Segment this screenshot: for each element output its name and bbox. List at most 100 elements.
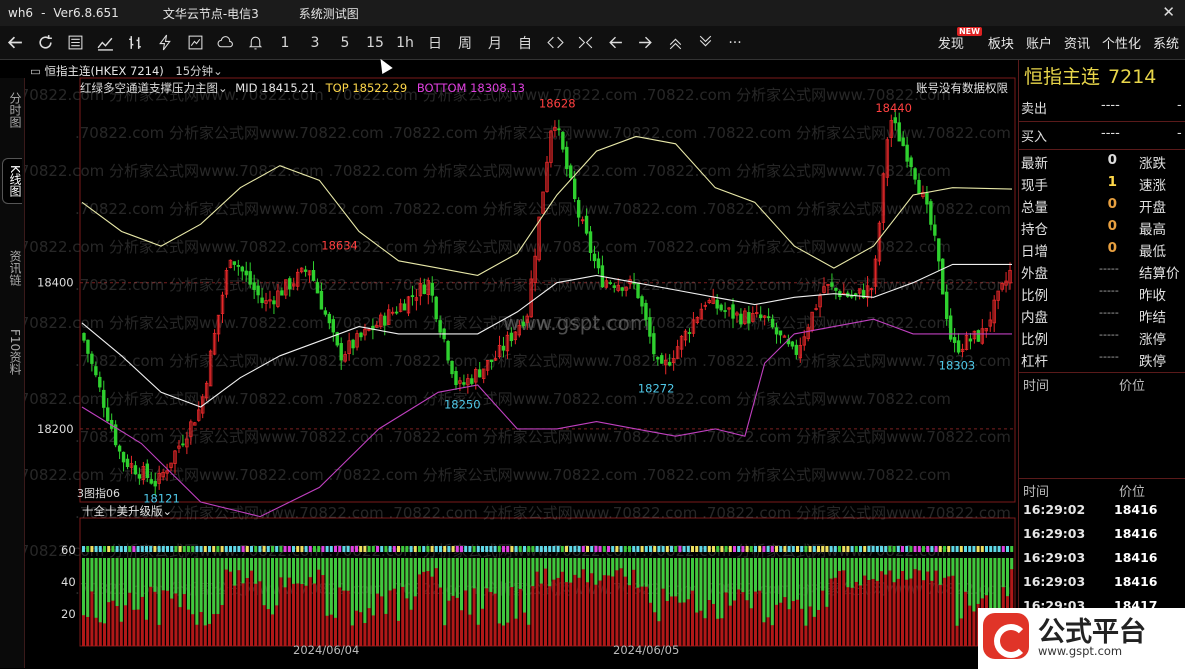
list-icon[interactable] <box>60 28 90 58</box>
sub-bar-cap <box>854 546 858 552</box>
sub-bar-green <box>262 558 266 606</box>
sub-bar-cap <box>703 546 707 552</box>
tab-f10[interactable]: F10资料 <box>2 323 22 381</box>
sub-bar-cap <box>371 546 375 552</box>
chevron-down-icon[interactable]: ⌄ <box>218 81 228 95</box>
sub-bar-cap <box>548 546 552 552</box>
sub-y-label: 40 <box>61 575 76 589</box>
sub-bar-cap <box>670 546 673 552</box>
period-month[interactable]: 月 <box>480 28 510 58</box>
ohlc-icon[interactable] <box>120 28 150 58</box>
toolbar: 1 3 5 15 1h 日 周 月 自 ··· 发现 NEW 板块 账户 资讯 个… <box>0 26 1185 60</box>
indicator-select[interactable]: 红绿多空通道支撑压力主图 <box>80 81 218 95</box>
candle-body <box>280 290 284 296</box>
back-icon[interactable] <box>0 28 30 58</box>
chart-area[interactable]: 18400 18200.70822.com 分析家公式网www.70822.com… <box>25 60 1018 660</box>
sub-bar-cap <box>174 546 178 552</box>
sub-bar-cap <box>804 546 808 552</box>
sub-bar-green <box>304 558 308 586</box>
period-15m[interactable]: 15 <box>360 28 390 58</box>
quote-row: 现手 1 速涨 <box>1019 174 1185 196</box>
watermark: .70822.com 分析家公式网www.70822.com .70822.co… <box>75 124 1011 142</box>
candle-body <box>256 285 260 296</box>
period-select[interactable]: 15分钟 <box>175 64 213 78</box>
new-badge: NEW <box>956 27 982 36</box>
sub-indicator-select[interactable]: 十全十美升级版⌄ <box>82 503 172 519</box>
sub-bar-cap <box>943 546 946 552</box>
menu-sector[interactable]: 板块 <box>982 33 1020 52</box>
sub-bar-cap <box>191 546 195 552</box>
kline-chart[interactable]: 1840018200.70822.com 分析家公式网www.70822.com… <box>25 60 1018 660</box>
sub-bar-cap <box>926 546 930 552</box>
candle-body <box>937 238 941 262</box>
sub-bar-cap <box>985 546 988 552</box>
sub-bar-cap <box>997 546 1001 552</box>
close-window-icon[interactable]: ✕ <box>1162 3 1175 21</box>
period-1h[interactable]: 1h <box>390 28 420 58</box>
more-icon[interactable]: ··· <box>720 28 750 58</box>
sub-bar-cap <box>342 546 346 552</box>
candle-body <box>592 253 597 262</box>
sub-bar-cap <box>972 546 976 552</box>
stat-value: ----- <box>1099 284 1119 297</box>
sub-bar-cap <box>699 546 703 552</box>
lightning-icon[interactable] <box>150 28 180 58</box>
candle-body <box>652 333 656 355</box>
zoom-out-icon[interactable] <box>690 28 720 58</box>
sub-bar-green <box>149 558 153 587</box>
symbol-label[interactable]: 恒指主连(HKEX 7214) <box>45 64 164 78</box>
tab-kline[interactable]: K线图 <box>2 158 22 204</box>
period-5m[interactable]: 5 <box>330 28 360 58</box>
sub-bar-green <box>754 558 757 592</box>
sub-bar-cap <box>94 546 98 552</box>
sub-bar-cap <box>430 546 434 552</box>
sub-bar-green <box>271 558 274 615</box>
period-week[interactable]: 周 <box>450 28 480 58</box>
sub-bar-green <box>376 558 379 594</box>
cloud-icon[interactable] <box>210 28 240 58</box>
sub-bar-green <box>103 558 106 624</box>
sub-bar-cap <box>422 546 426 552</box>
bell-icon[interactable] <box>240 28 270 58</box>
sub-bar-cap <box>1010 546 1014 552</box>
sub-bar-green <box>224 558 228 570</box>
menu-personalize[interactable]: 个性化 <box>1096 33 1147 52</box>
candle-body <box>240 266 244 272</box>
candle-body <box>501 345 506 351</box>
sub-bar-cap <box>418 546 421 552</box>
sub-bar-cap <box>233 546 237 552</box>
sub-bar-green <box>619 558 623 569</box>
layout-icon[interactable]: ▭ <box>30 64 41 78</box>
menu-news[interactable]: 资讯 <box>1058 33 1096 52</box>
chevron-down-icon[interactable]: ⌄ <box>163 504 173 518</box>
sub-bar-green <box>703 558 707 619</box>
period-custom[interactable]: 自 <box>510 28 540 58</box>
period-3m[interactable]: 3 <box>300 28 330 58</box>
zoom-in-icon[interactable] <box>660 28 690 58</box>
arrow-left-icon[interactable] <box>600 28 630 58</box>
candle-body <box>956 340 961 353</box>
expand-icon[interactable] <box>540 28 570 58</box>
menu-discover[interactable]: 发现 NEW <box>932 27 982 52</box>
tab-timeshare[interactable]: 分时图 <box>2 86 22 134</box>
grid-chart-icon[interactable] <box>180 28 210 58</box>
menu-system[interactable]: 系统 <box>1147 33 1185 52</box>
sub-bar-cap <box>657 546 661 552</box>
tab-newslink[interactable]: 资讯链 <box>2 244 22 292</box>
candle-body <box>588 231 593 253</box>
refresh-icon[interactable] <box>30 28 60 58</box>
chevron-down-icon[interactable]: ⌄ <box>213 64 223 78</box>
sub-bar-cap <box>132 546 136 552</box>
sub-bar-green <box>838 558 841 571</box>
menu-account[interactable]: 账户 <box>1020 33 1058 52</box>
period-1m[interactable]: 1 <box>270 28 300 58</box>
period-day[interactable]: 日 <box>420 28 450 58</box>
stat-label: 比例 <box>1021 332 1048 348</box>
shrink-icon[interactable] <box>570 28 600 58</box>
sub-bar-red <box>619 558 623 646</box>
sub-bar-cap <box>544 546 547 552</box>
line-chart-icon[interactable] <box>90 28 120 58</box>
arrow-right-icon[interactable] <box>630 28 660 58</box>
candle-body <box>901 137 905 147</box>
candle-body <box>86 339 90 354</box>
